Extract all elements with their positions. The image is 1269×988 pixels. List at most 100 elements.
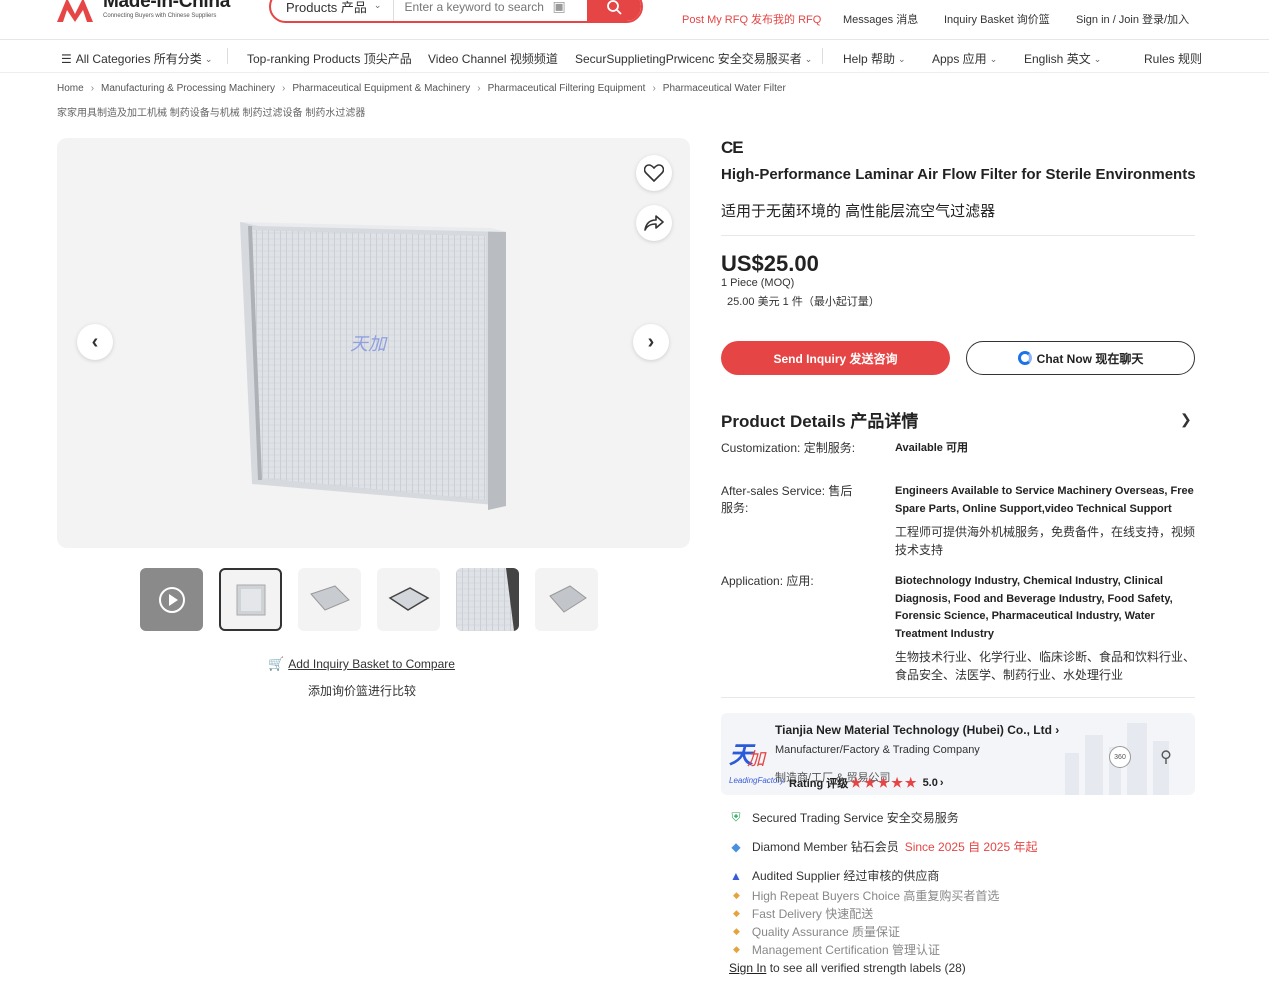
divider [721,697,1195,698]
post-rfq-link[interactable]: Post My RFQ 发布我的 RFQ [682,11,821,27]
search-input[interactable] [394,0,545,14]
chevron-down-icon: ⌄ [1093,54,1102,64]
chevron-right-icon: › [90,83,95,94]
strength-label-text: Quality Assurance 质量保证 [751,925,900,939]
spec-value: Biotechnology Industry, Chemical Industr… [895,575,1173,640]
breadcrumb-item[interactable]: Manufacturing & Processing Machinery [101,83,275,94]
shield-check-icon: ⛨ [731,810,741,824]
diamond-member[interactable]: ◆ Diamond Member 钻石会员 Since 2025 自 2025 … [729,838,1037,855]
bullet-icon: ◆ [733,908,740,918]
product-details-title: Product Details 产品详情 [721,412,919,431]
spec-label: Application: 应用: [721,574,814,588]
send-inquiry-button[interactable]: Send Inquiry 发送咨询 [721,341,950,375]
site-logo[interactable]: Made-in-China Connecting Buyers with Chi… [57,0,230,22]
thumbnail-video[interactable] [140,568,203,631]
nav-video-channel-label: Video Channel 视频频道 [428,52,558,66]
play-icon [158,586,185,613]
sign-in-label: Sign in / Join 登录/加入 [1076,14,1190,26]
thumbnail-image[interactable] [298,568,361,631]
sign-in-link[interactable]: Sign in / Join 登录/加入 [1076,11,1189,27]
search-icon [607,0,622,15]
add-basket-link[interactable]: 🛒 Add Inquiry Basket to Compare [268,656,455,672]
chevron-right-icon[interactable]: ❯ [1180,411,1192,428]
breadcrumb-item[interactable]: Pharmaceutical Water Filter [663,83,786,94]
nav-all-categories-label: All Categories 所有分类 [75,52,202,66]
strength-label: ◆ Fast Delivery 快速配送 [733,905,873,922]
top-header: Made-in-China Connecting Buyers with Chi… [0,0,1269,40]
nav-secured-supplier-label: SecurSupplietingPrwicenc 安全交易服买者 [575,52,802,66]
audited-supplier[interactable]: ▲ Audited Supplier 经过审核的供应商 [729,867,939,884]
nav-rules[interactable]: Rules 规则 [1144,50,1202,67]
thumbnail-image[interactable] [456,568,519,631]
product-main-image[interactable]: 天加 [238,218,508,521]
logo-name: Made-in-China [103,0,230,12]
star-icon: ★ [904,775,917,790]
secured-trading-label: Secured Trading Service 安全交易服务 [752,811,959,825]
spec-value-cn: 生物技术行业、化学行业、临床诊断、食品和饮料行业、食品安全、法医学、制药行业、水… [895,650,1196,682]
messages-link[interactable]: Messages 消息 [843,11,918,27]
search-button[interactable] [587,0,641,21]
thumbnail-image[interactable] [377,568,440,631]
favorite-button[interactable] [636,155,672,191]
send-inquiry-label: Send Inquiry 发送咨询 [773,351,898,366]
svg-text:加: 加 [747,749,767,770]
nav-language[interactable]: English 英文 ⌄ [1024,50,1101,67]
view-360-button[interactable]: 360 [1109,746,1131,768]
camera-search-icon[interactable]: ▣ [552,0,565,15]
chat-now-label: Chat Now 现在聊天 [1036,351,1144,366]
supplier-name[interactable]: Tianjia New Material Technology (Hubei) … [775,723,1059,737]
bullet-icon: ◆ [733,890,740,900]
chevron-left-icon: ‹ [91,330,99,353]
location-pin-icon[interactable]: ⚲ [1155,746,1177,768]
spec-value: Available 可用 [895,442,968,454]
strength-label-text: Management Certification 管理认证 [751,943,940,957]
nav-help[interactable]: Help 帮助 ⌄ [843,50,906,67]
post-rfq-label: Post My RFQ 发布我的 RFQ [682,14,822,26]
strength-label-text: Fast Delivery 快速配送 [751,907,874,921]
inquiry-basket-link[interactable]: Inquiry Basket 询价篮 [944,11,1050,27]
chat-icon [1017,351,1032,365]
sign-in-prompt-link[interactable]: Sign In [729,961,766,975]
ce-cert-badge: CE [721,138,744,157]
spec-label: After-sales Service: 售后服务: [721,484,853,515]
nav-divider [227,48,228,64]
view-360-icon: 360 [1114,753,1126,761]
gallery-next-button[interactable]: › [633,324,669,360]
breadcrumb-item[interactable]: Pharmaceutical Filtering Equipment [488,83,646,94]
cart-add-icon: 🛒 [268,656,285,671]
product-moq: 1 Piece (MOQ) [721,277,795,289]
bullet-icon: ◆ [733,944,740,954]
nav-apps[interactable]: Apps 应用 ⌄ [932,50,997,67]
logo-mark-icon [57,0,99,22]
nav-video-channel[interactable]: Video Channel 视频频道 [428,50,558,67]
chevron-right-icon: › [647,330,655,353]
add-basket-cn: 添加询价篮进行比较 [308,684,417,698]
search-category-select[interactable]: Products 产品 ⌄ [271,0,395,21]
chevron-down-icon: ⌄ [898,54,906,64]
secured-trading-service[interactable]: ⛨ Secured Trading Service 安全交易服务 [729,809,959,826]
heart-icon [644,164,664,182]
sign-in-prompt: Sign In to see all verified strength lab… [729,961,966,975]
thumbnail-image[interactable] [219,568,282,631]
breadcrumb-item[interactable]: Home [57,83,84,94]
bullet-icon: ◆ [733,926,740,936]
supplier-rating[interactable]: Rating 评级 ★ ★ ★ ★ ★ 5.0 › [789,775,944,791]
nav-apps-label: Apps 应用 [932,52,987,66]
breadcrumb: Home › Manufacturing & Processing Machine… [57,83,786,94]
gallery-prev-button[interactable]: ‹ [77,324,113,360]
thumbnail-image[interactable] [535,568,598,631]
add-basket-label: Add Inquiry Basket to Compare [288,657,455,671]
member-since: Since 2025 自 2025 年起 [904,840,1038,854]
chevron-right-icon: › [939,777,944,789]
chat-now-button[interactable]: Chat Now 现在聊天 [966,341,1195,375]
nav-all-categories[interactable]: ☰ All Categories 所有分类 ⌄ [61,50,212,67]
audited-supplier-label: Audited Supplier 经过审核的供应商 [752,869,940,883]
share-button[interactable] [636,205,672,241]
nav-secured-supplier[interactable]: SecurSupplietingPrwicenc 安全交易服买者 ⌄ [575,50,812,67]
product-gallery: ‹ › 天加 [57,138,690,548]
nav-top-ranking[interactable]: Top-ranking Products 顶尖产品 [247,50,412,67]
breadcrumb-item[interactable]: Pharmaceutical Equipment & Machinery [292,83,470,94]
supplier-card[interactable]: 天加 LeadingFactory Tianjia New Material T… [721,713,1195,795]
chevron-right-icon: › [652,83,656,94]
strength-label: ◆ Quality Assurance 质量保证 [733,923,900,940]
